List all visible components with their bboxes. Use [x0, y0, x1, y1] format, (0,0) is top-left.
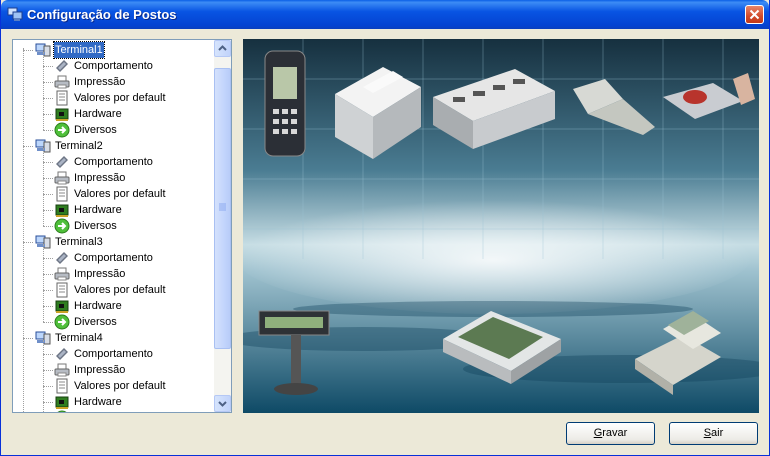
printer-icon: [54, 74, 70, 90]
tree-node-label: Valores por default: [74, 188, 166, 200]
gravar-accel: G: [593, 427, 603, 439]
tree-node-label: Hardware: [74, 108, 122, 120]
tree-node-label: Hardware: [74, 396, 122, 408]
document-icon: [54, 378, 70, 394]
tree-node-label: Hardware: [74, 204, 122, 216]
dialog-window: Configuração de Postos Terminal1 Comporta…: [0, 0, 770, 456]
tree-node-label: Valores por default: [74, 284, 166, 296]
tree-node-label: Terminal2: [55, 140, 103, 152]
hardware-board-icon: [54, 106, 70, 122]
tools-icon: [54, 58, 70, 74]
tree-node-label: Terminal1: [53, 41, 105, 59]
chevron-up-icon: [218, 45, 227, 51]
tree-node-label: Valores por default: [74, 380, 166, 392]
tree-node-label: Comportamento: [74, 348, 153, 360]
tree-node-label: Comportamento: [74, 252, 153, 264]
tree-node-label: Comportamento: [74, 156, 153, 168]
tree-node-label: Comportamento: [74, 60, 153, 72]
window-title: Configuração de Postos: [27, 7, 177, 22]
document-icon: [54, 186, 70, 202]
scroll-thumb[interactable]: [214, 68, 231, 349]
tree-connector: [43, 244, 44, 322]
tree-node-label: Diversos: [74, 124, 117, 136]
tree-root-connector: [23, 48, 24, 412]
tree-node-label: Impressão: [74, 76, 126, 88]
postos-tree[interactable]: Terminal1 Comportamento Impressão Valores p…: [12, 39, 232, 413]
tree-node-label: Terminal4: [55, 332, 103, 344]
scroll-up-button[interactable]: [214, 40, 231, 57]
green-arrow-icon: [54, 218, 70, 234]
green-arrow-icon: [54, 410, 70, 412]
title-bar[interactable]: Configuração de Postos: [1, 0, 769, 29]
tools-icon: [54, 250, 70, 266]
app-icon: [7, 7, 23, 21]
tree-node-label: Terminal3: [55, 236, 103, 248]
document-icon: [54, 90, 70, 106]
close-button[interactable]: [745, 5, 764, 24]
sair-label: air: [711, 427, 724, 439]
green-arrow-icon: [54, 122, 70, 138]
green-arrow-icon: [54, 314, 70, 330]
sair-button[interactable]: Sair: [669, 422, 758, 445]
hardware-board-icon: [54, 298, 70, 314]
gravar-button[interactable]: Gravar: [566, 422, 655, 445]
tree-connector: [43, 148, 44, 226]
sair-accel: S: [703, 427, 712, 439]
printer-icon: [54, 266, 70, 282]
grip-icon: [219, 203, 226, 211]
tree-node-label: Diversos: [74, 316, 117, 328]
printer-icon: [54, 170, 70, 186]
tree-node-label: Impressão: [74, 172, 126, 184]
hardware-board-icon: [54, 394, 70, 410]
pda-device: [264, 50, 306, 157]
hardware-board-icon: [54, 202, 70, 218]
close-icon: [749, 9, 760, 20]
tools-icon: [54, 154, 70, 170]
tree-connector: [43, 340, 44, 412]
tree-connector: [43, 52, 44, 130]
document-icon: [54, 282, 70, 298]
tools-icon: [54, 346, 70, 362]
tree-node-label: Impressão: [74, 364, 126, 376]
tree-node-label: Hardware: [74, 300, 122, 312]
tree-items: Terminal1 Comportamento Impressão Valores p…: [13, 40, 215, 412]
scroll-down-button[interactable]: [214, 395, 231, 412]
tree-node-label: Impressão: [74, 268, 126, 280]
chevron-down-icon: [218, 401, 227, 407]
printer-icon: [54, 362, 70, 378]
hardware-illustration: [243, 39, 759, 413]
tree-node-label: Diversos: [74, 220, 117, 232]
tree-node-label: Valores por default: [74, 92, 166, 104]
tree-scrollbar[interactable]: [214, 40, 231, 412]
tree-node-label: Diversos: [73, 410, 118, 412]
gravar-label: ravar: [602, 427, 628, 439]
